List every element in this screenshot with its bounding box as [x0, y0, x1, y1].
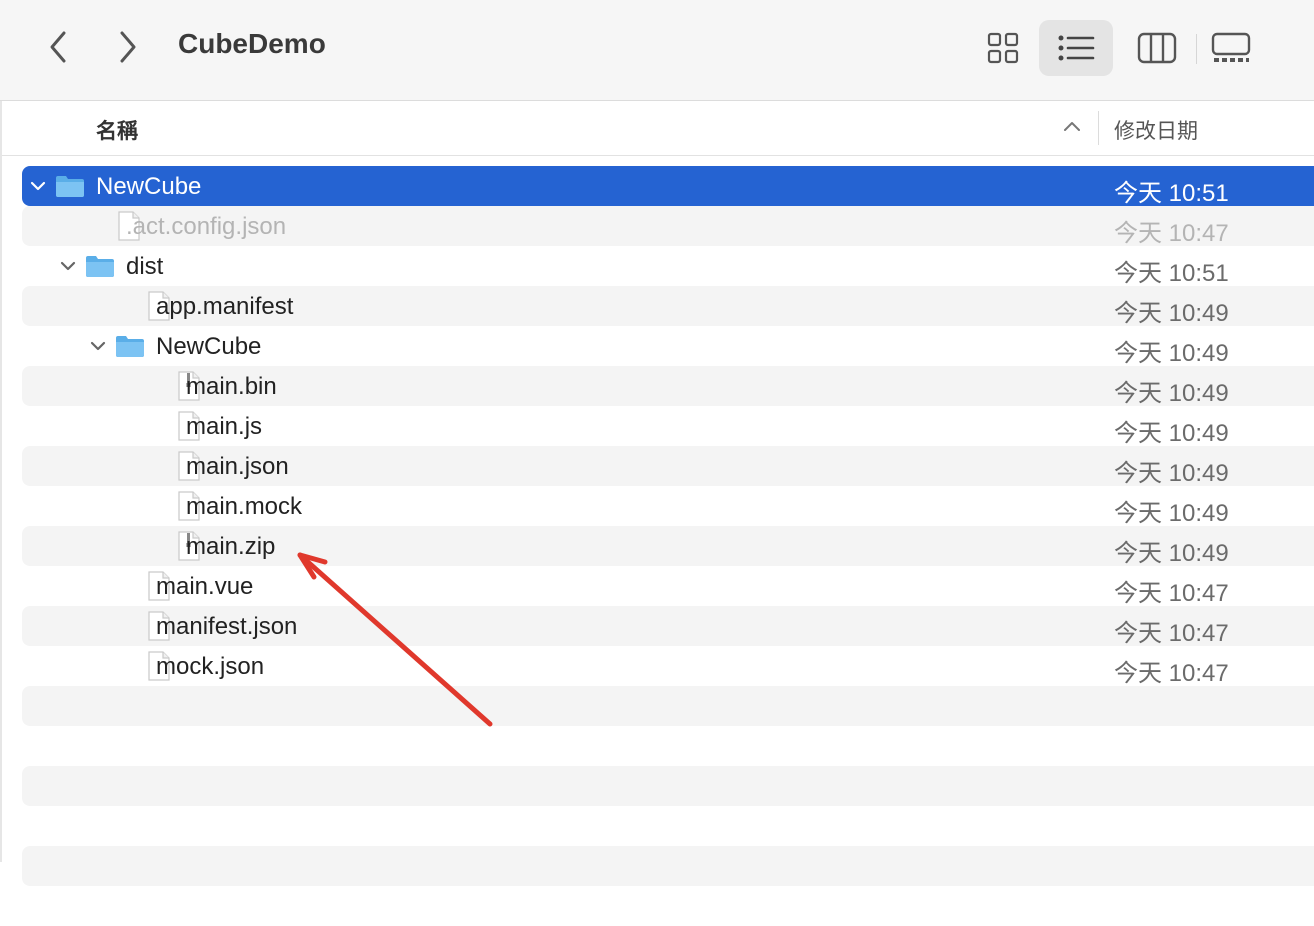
file-row[interactable]: main.js 今天 10:49: [22, 406, 1314, 447]
file-name: main.zip: [186, 533, 276, 560]
folder-row[interactable]: NewCube 今天 10:51: [22, 166, 1314, 207]
column-view-icon: [1137, 32, 1177, 64]
modified-date: 今天 10:49: [1114, 380, 1229, 407]
list-header: 名稱 修改日期: [0, 101, 1314, 156]
modified-date: 今天 10:49: [1114, 540, 1229, 567]
file-name: main.js: [186, 413, 263, 440]
chevron-right-icon: [120, 31, 136, 63]
file-name: manifest.json: [156, 613, 298, 640]
empty-row: [22, 766, 1314, 806]
folder-row[interactable]: dist 今天 10:51: [22, 246, 1314, 287]
window-left-edge: [0, 101, 2, 862]
file-row[interactable]: .act.config.json 今天 10:47: [22, 206, 1314, 247]
column-view-button[interactable]: [1120, 20, 1194, 76]
file-row[interactable]: main.zip 今天 10:49: [22, 526, 1314, 567]
list-view-icon: [1058, 35, 1095, 61]
file-row[interactable]: manifest.json 今天 10:47: [22, 606, 1314, 647]
date-column-header[interactable]: 修改日期: [1114, 115, 1198, 145]
file-row[interactable]: main.bin 今天 10:49: [22, 366, 1314, 407]
back-button[interactable]: [38, 26, 78, 68]
empty-row: [22, 846, 1314, 886]
disclosure-chevron-icon[interactable]: [29, 177, 47, 195]
disclosure-chevron-icon[interactable]: [59, 257, 77, 275]
file-row[interactable]: mock.json 今天 10:47: [22, 646, 1314, 687]
sort-ascending-icon[interactable]: [1062, 119, 1082, 138]
modified-date: 今天 10:49: [1114, 340, 1229, 367]
file-name: app.manifest: [156, 293, 294, 320]
modified-date: 今天 10:47: [1114, 660, 1229, 687]
file-row[interactable]: main.mock 今天 10:49: [22, 486, 1314, 527]
icon-view-icon: [987, 32, 1019, 64]
empty-row: [22, 686, 1314, 726]
folder-icon: [86, 256, 114, 277]
empty-row: [22, 806, 1314, 846]
file-name: .act.config.json: [126, 213, 287, 240]
folder-icon: [56, 176, 84, 197]
file-name: main.bin: [186, 373, 277, 400]
modified-date: 今天 10:51: [1114, 260, 1229, 287]
column-divider[interactable]: [1098, 111, 1099, 145]
list-view-button[interactable]: [1039, 20, 1113, 76]
finder-toolbar: CubeDemo: [0, 0, 1314, 101]
file-name: NewCube: [156, 333, 262, 360]
file-name: main.mock: [186, 493, 303, 520]
modified-date: 今天 10:49: [1114, 420, 1229, 447]
modified-date: 今天 10:49: [1114, 300, 1229, 327]
disclosure-chevron-icon[interactable]: [89, 337, 107, 355]
modified-date: 今天 10:47: [1114, 580, 1229, 607]
file-name: mock.json: [156, 653, 265, 680]
chevron-left-icon: [50, 31, 66, 63]
file-row[interactable]: app.manifest 今天 10:49: [22, 286, 1314, 327]
modified-date: 今天 10:49: [1114, 460, 1229, 487]
icon-view-button[interactable]: [966, 20, 1040, 76]
empty-row: [22, 886, 1314, 926]
file-name: main.json: [186, 453, 289, 480]
forward-button[interactable]: [108, 26, 148, 68]
gallery-view-button[interactable]: [1194, 20, 1268, 76]
modified-date: 今天 10:49: [1114, 500, 1229, 527]
folder-icon: [116, 336, 144, 357]
file-name: main.vue: [156, 573, 254, 600]
file-list: NewCube 今天 10:51 .act.config.json 今天 10:47 d…: [22, 166, 1314, 926]
file-name: NewCube: [96, 173, 202, 200]
name-column-header[interactable]: 名稱: [96, 115, 138, 145]
file-row[interactable]: main.json 今天 10:49: [22, 446, 1314, 487]
folder-icon: [55, 174, 85, 203]
file-name: dist: [126, 253, 164, 280]
modified-date: 今天 10:47: [1114, 220, 1229, 247]
modified-date: 今天 10:47: [1114, 620, 1229, 647]
folder-icon: [115, 334, 145, 363]
window-title: CubeDemo: [178, 28, 326, 59]
file-row[interactable]: main.vue 今天 10:47: [22, 566, 1314, 607]
modified-date: 今天 10:51: [1114, 180, 1229, 207]
folder-icon: [85, 254, 115, 283]
empty-row: [22, 726, 1314, 766]
folder-row[interactable]: NewCube 今天 10:49: [22, 326, 1314, 367]
gallery-view-icon: [1211, 32, 1251, 62]
